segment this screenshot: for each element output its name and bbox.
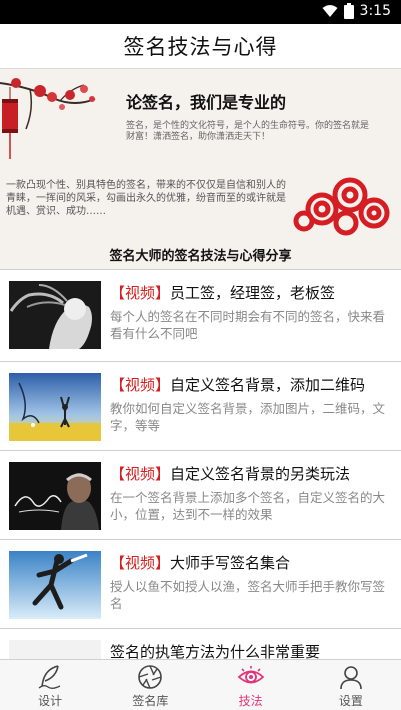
banner-heading: 论签名，我们是专业的 [126,93,287,112]
page-title: 签名技法与心得 [123,35,278,59]
eye-icon [237,666,264,684]
article-description: 教你如何自定义签名背景，添加图片，二维码，文字，等等 [110,401,386,433]
banner-subtitle: 签名，是个性的文化符号，是个人的生命符号。你的签名就是财富！潇洒签名，助你潇洒走… [126,121,370,142]
plum-blossom-lantern-icon [0,78,96,159]
article-title-text: 自定义签名背景的另类玩法 [170,465,351,483]
banner-body: 一款凸现个性、别具特色的签名，带来的不仅仅是自信和别人的青睐，一挥间的风采，勾画… [6,180,286,217]
status-bar: 3:15 [0,0,401,24]
tab-signature-library[interactable]: 签名库 [100,660,200,710]
article-thumbnail [9,281,101,349]
tab-techniques[interactable]: 技法 [201,660,301,710]
article-title: 【视频】员工签，经理签，老板签 [110,282,395,303]
article-thumbnail [9,462,101,530]
article-title-text: 自定义签名背景，添加二维码 [170,376,366,394]
intro-banner: 论签名，我们是专业的 签名，是个性的文化符号，是个人的生命符号。你的签名就是财富… [0,69,401,269]
article-description: 每个人的签名在不同时期会有不同的签名，快来看看有什么不同吧 [110,309,386,341]
wifi-icon [322,5,338,17]
article-title: 【视频】自定义签名背景，添加二维码 [110,374,395,395]
article-title: 【视频】自定义签名背景的另类玩法 [110,463,395,484]
user-icon [340,666,362,690]
bottom-tab-bar: 设计 签名库 技法 设置 [0,659,401,710]
tab-label: 设置 [338,694,363,708]
video-tag: 【视频】 [110,465,171,483]
article-title-text: 大师手写签名集合 [170,554,291,572]
video-tag: 【视频】 [110,554,171,572]
status-icons: 3:15 [322,3,391,19]
list-item[interactable]: 【视频】自定义签名背景，添加二维码 教你如何自定义签名背景，添加图片，二维码，文… [0,361,401,450]
article-thumbnail [9,551,101,619]
list-item[interactable]: 【视频】大师手写签名集合 授人以鱼不如授人以渔，签名大师手把手教你写签名 [0,539,401,628]
article-title-text: 员工签，经理签，老板签 [170,284,336,302]
article-title: 【视频】大师手写签名集合 [110,552,395,573]
list-item[interactable]: 【视频】员工签，经理签，老板签 每个人的签名在不同时期会有不同的签名，快来看看有… [0,269,401,358]
article-thumbnail [9,373,101,441]
article-description: 在一个签名背景上添加多个签名，自定义签名的大小，位置，达到不一样的效果 [110,490,386,522]
auspicious-cloud-icon [293,177,390,236]
app-header: 签名技法与心得 [0,24,401,69]
tab-label: 技法 [238,694,263,708]
list-item[interactable]: 【视频】自定义签名背景的另类玩法 在一个签名背景上添加多个签名，自定义签名的大小… [0,450,401,539]
video-tag: 【视频】 [110,376,171,394]
tab-label: 设计 [38,694,63,708]
video-tag: 【视频】 [110,284,171,302]
feather-pen-icon [38,665,61,689]
banner-section-title: 签名大师的签名技法与心得分享 [109,249,292,264]
battery-icon [343,3,354,19]
aperture-icon [138,665,163,689]
tab-label: 签名库 [132,694,169,708]
article-description: 授人以鱼不如授人以渔，签名大师手把手教你写签名 [110,579,386,611]
status-time: 3:15 [359,3,391,19]
tab-settings[interactable]: 设置 [301,660,401,710]
tab-design[interactable]: 设计 [0,660,100,710]
